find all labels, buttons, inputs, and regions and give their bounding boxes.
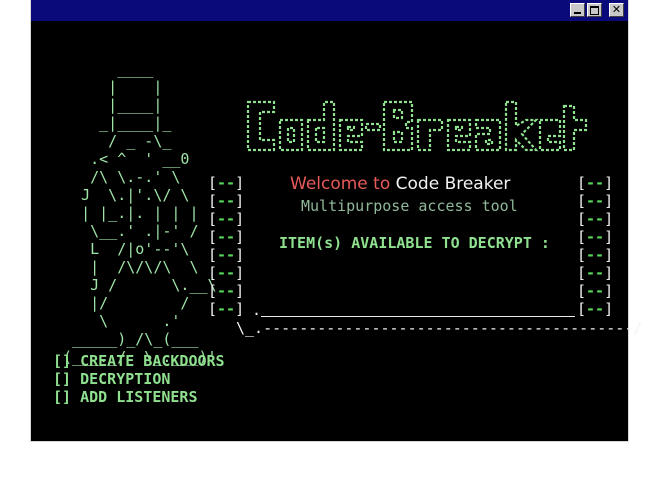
right-bracket-marker: [--] (577, 174, 614, 192)
left-bracket-marker: [--] (208, 228, 245, 246)
right-bracket-marker: [--] (577, 228, 614, 246)
menu-item-create-backdoors[interactable]: [] CREATE BACKDOORS (53, 352, 225, 370)
left-bracket-column: [--] [--] [--] [--] [--] [--] [--] [--] (208, 174, 244, 318)
menu-item-decryption[interactable]: [] DECRYPTION (53, 370, 225, 388)
minimize-icon (574, 12, 581, 14)
left-bracket-marker: [--] (208, 174, 245, 192)
input-underline (261, 316, 575, 317)
maximize-button[interactable] (587, 3, 602, 17)
right-bracket-marker: [--] (577, 264, 614, 282)
left-bracket-marker: [--] (208, 264, 245, 282)
ascii-art-line: |/ / (54, 294, 190, 312)
left-bracket-marker: [--] (208, 300, 245, 318)
welcome-prefix: Welcome to (290, 174, 391, 194)
main-menu: [] CREATE BACKDOORS [] DECRYPTION [] ADD… (53, 352, 225, 406)
left-bracket-marker: [--] (208, 282, 245, 300)
ascii-art-line: ____ (54, 60, 154, 78)
ascii-art-line: \__.' .|-' / (54, 222, 199, 240)
ascii-art-line: J \.|'.\/ \ (54, 186, 190, 204)
welcome-heading: Welcome to Code Breaker (290, 174, 510, 194)
welcome-app-name: Code Breaker (395, 174, 511, 194)
underline-start: . (252, 301, 262, 319)
title-bar[interactable]: ✕ (31, 0, 628, 21)
terminal-window: ✕ ____ | | |____| _|____|_ / _ -\_ .< ^ … (31, 0, 642, 441)
left-bracket-marker: [--] (208, 246, 245, 264)
ascii-art-line: |____| (54, 96, 163, 114)
ascii-art-line: \ .' (54, 312, 181, 330)
ascii-art-line: _____)_/\_(___ (54, 330, 199, 348)
right-bracket-marker: [--] (577, 192, 614, 210)
close-button[interactable]: ✕ (609, 3, 624, 17)
left-bracket-marker: [--] (208, 192, 245, 210)
ascii-art-line: | /\/\/\ \ (54, 258, 199, 276)
ascii-art-line: L /|o'--'\ (54, 240, 190, 258)
left-bracket-marker: [--] (208, 210, 245, 228)
ascii-art-line: | | (54, 78, 163, 96)
right-bracket-marker: [--] (577, 210, 614, 228)
ascii-art-line: / _ -\_ (54, 132, 172, 150)
items-available-label: ITEM(s) AVAILABLE TO DECRYPT : (279, 234, 550, 252)
right-bracket-column: [--] [--] [--] [--] [--] [--] [--] [--] (577, 174, 613, 318)
maximize-icon (590, 6, 599, 15)
subtitle: Multipurpose access tool (301, 197, 518, 215)
ascii-art-line: .< ^ ' __0 (54, 150, 190, 168)
close-icon: ✕ (611, 3, 622, 16)
right-bracket-marker: [--] (577, 300, 614, 318)
right-bracket-marker: [--] (577, 282, 614, 300)
code-breaker-logo (246, 100, 588, 152)
ascii-art-line: _|____|_ (54, 114, 172, 132)
ascii-art-line: | |_.|. | | | (54, 204, 199, 222)
ascii-art-line: /\ \.-.' \ (54, 168, 181, 186)
ascii-art-line: J / \.__\ (54, 276, 217, 294)
minimize-button[interactable] (570, 3, 585, 17)
menu-item-add-listeners[interactable]: [] ADD LISTENERS (53, 388, 225, 406)
dashed-divider: \_.-------------------------------------… (236, 319, 643, 337)
right-bracket-marker: [--] (577, 246, 614, 264)
ascii-art-figure: ____ | | |____| _|____|_ / _ -\_ .< ^ ' … (54, 60, 217, 366)
